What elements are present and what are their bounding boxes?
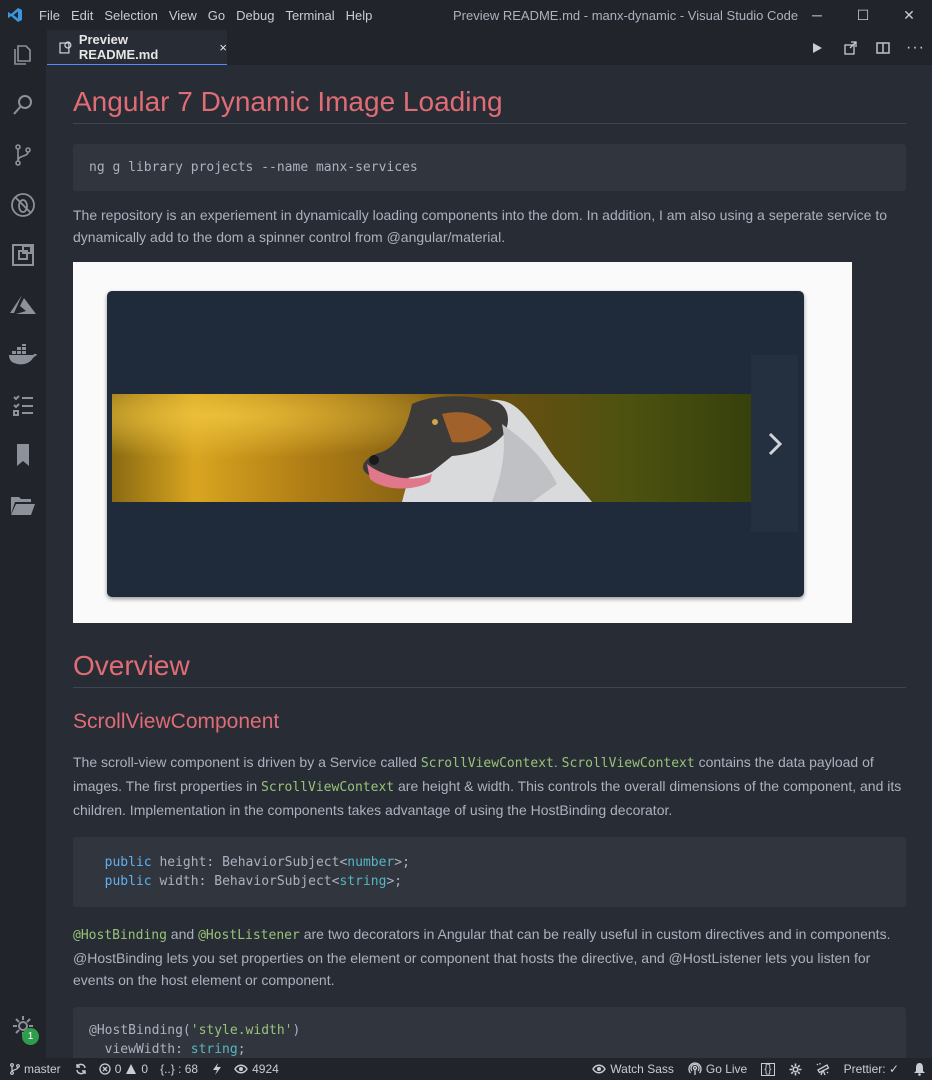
inline-code: ScrollViewContext — [561, 756, 695, 771]
menu-go[interactable]: Go — [208, 8, 225, 23]
menu-selection[interactable]: Selection — [104, 8, 157, 23]
editor-tab-bar: Preview README.md × ··· — [46, 30, 932, 65]
warning-count: 0 — [141, 1062, 149, 1076]
eye-icon — [234, 1064, 248, 1074]
prettier-status[interactable]: Prettier: ✓ — [844, 1062, 899, 1076]
menu-view[interactable]: View — [169, 8, 197, 23]
view-count[interactable]: 4924 — [234, 1062, 279, 1076]
command-code-block: ng g library projects --name manx-servic… — [73, 144, 906, 191]
extensions-icon[interactable] — [0, 230, 46, 280]
settings-gear-icon[interactable] — [789, 1063, 802, 1076]
notification-badge: 1 — [22, 1028, 39, 1045]
window-title: Preview README.md - manx-dynamic - Visua… — [453, 8, 799, 23]
markdown-preview[interactable]: Angular 7 Dynamic Image Loading ng g lib… — [46, 65, 932, 1058]
scrollview-paragraph: The scroll-view component is driven by a… — [73, 751, 906, 821]
debug-icon[interactable] — [0, 180, 46, 230]
branch-name: master — [24, 1062, 61, 1076]
run-icon[interactable] — [800, 42, 833, 54]
next-arrow-button[interactable] — [751, 355, 798, 532]
hostbinding-code-block: @HostBinding('style.width') viewWidth: s… — [73, 1007, 906, 1058]
menu-help[interactable]: Help — [346, 8, 373, 23]
title-bar: File Edit Selection View Go Debug Termin… — [0, 0, 932, 30]
scroll-view-frame — [107, 291, 804, 597]
close-tab-icon[interactable]: × — [219, 40, 227, 55]
chevron-right-icon — [768, 432, 782, 455]
scroll-view-screenshot — [73, 262, 852, 623]
close-window-icon[interactable]: ✕ — [886, 0, 932, 30]
explorer-icon[interactable] — [0, 30, 46, 80]
properties-code-block: public height: BehaviorSubject<number>; … — [73, 837, 906, 907]
intro-paragraph: The repository is an experiement in dyna… — [73, 207, 887, 245]
tab-label: Preview README.md — [78, 32, 159, 62]
menu-terminal[interactable]: Terminal — [285, 8, 334, 23]
preview-icon — [59, 41, 72, 54]
bracket-count[interactable]: {..} : 68 — [160, 1062, 198, 1076]
braces-icon[interactable]: {} — [761, 1062, 775, 1076]
inline-code: ScrollViewContext — [261, 780, 395, 795]
menu-edit[interactable]: Edit — [71, 8, 93, 23]
overview-heading: Overview — [73, 623, 906, 688]
open-source-icon[interactable] — [833, 40, 866, 55]
search-icon[interactable] — [0, 80, 46, 130]
problems-indicator[interactable]: 0 0 — [99, 1062, 148, 1076]
view-count-value: 4924 — [252, 1062, 279, 1076]
status-bar: master 0 0 {..} : 68 4924 Watch Sass Go … — [0, 1058, 932, 1080]
scrollview-heading: ScrollViewComponent — [73, 710, 280, 733]
telescope-icon[interactable] — [816, 1062, 830, 1076]
warning-icon — [126, 1064, 137, 1074]
activity-bar: 1 — [0, 30, 46, 1058]
tasks-list-icon[interactable] — [0, 380, 46, 430]
p2-text-b: . — [553, 754, 562, 770]
vscode-logo-icon — [0, 0, 30, 30]
sync-icon[interactable] — [75, 1063, 87, 1075]
dog-photo — [112, 394, 798, 502]
error-icon — [99, 1063, 111, 1075]
go-live-button[interactable]: Go Live — [688, 1062, 747, 1076]
menu-bar: File Edit Selection View Go Debug Termin… — [30, 8, 374, 23]
branch-indicator[interactable]: master — [10, 1062, 61, 1076]
inline-code: ScrollViewContext — [420, 756, 554, 771]
eye-icon — [592, 1064, 607, 1074]
watch-sass-button[interactable]: Watch Sass — [592, 1062, 674, 1076]
minimize-icon[interactable]: ─ — [794, 0, 840, 30]
menu-debug[interactable]: Debug — [236, 8, 274, 23]
source-control-icon[interactable] — [0, 130, 46, 180]
broadcast-icon — [688, 1062, 702, 1075]
bookmarks-icon[interactable] — [0, 430, 46, 480]
inline-code: @HostListener — [198, 928, 300, 943]
inline-code: @HostBinding — [73, 928, 167, 943]
page-title: Angular 7 Dynamic Image Loading — [73, 65, 906, 124]
editor-actions: ··· — [800, 30, 932, 65]
error-count: 0 — [114, 1062, 122, 1076]
notifications-bell-icon[interactable] — [913, 1062, 926, 1076]
more-actions-icon[interactable]: ··· — [899, 39, 932, 57]
tab-preview-readme[interactable]: Preview README.md × — [47, 30, 227, 65]
menu-file[interactable]: File — [39, 8, 60, 23]
project-manager-icon[interactable] — [0, 480, 46, 530]
manage-gear-icon[interactable]: 1 — [0, 1006, 46, 1046]
maximize-icon[interactable]: ☐ — [840, 0, 886, 30]
azure-icon[interactable] — [0, 280, 46, 330]
hostbinding-paragraph: @HostBinding and @HostListener are two d… — [73, 926, 891, 988]
git-branch-icon — [10, 1063, 20, 1075]
lightning-icon[interactable] — [212, 1063, 222, 1075]
p2-text-a: The scroll-view component is driven by a… — [73, 754, 421, 770]
split-editor-icon[interactable] — [866, 41, 899, 55]
docker-icon[interactable] — [0, 330, 46, 380]
